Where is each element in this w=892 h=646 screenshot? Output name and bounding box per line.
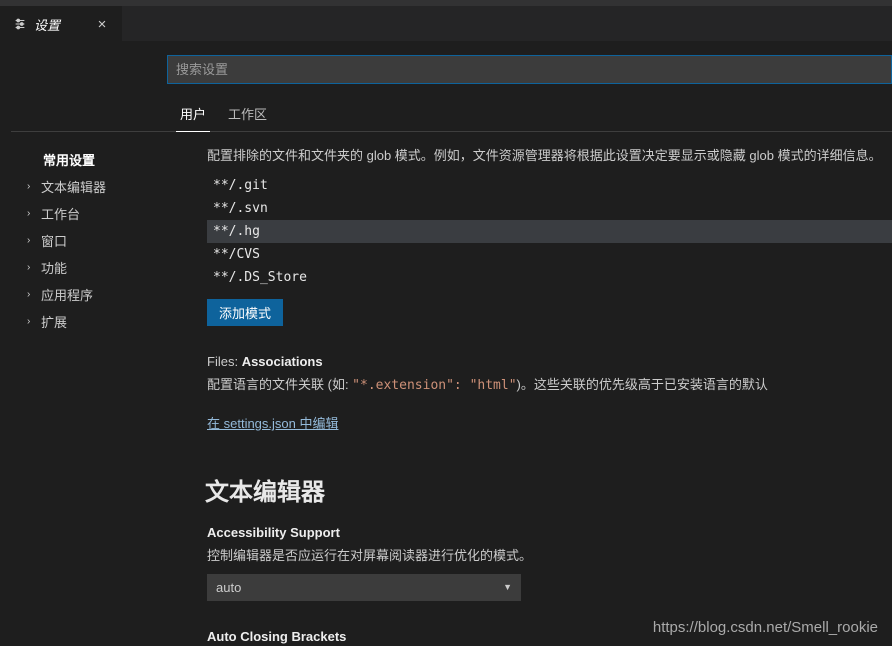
accessibility-select[interactable]: auto ▼ [207, 574, 521, 601]
scope-tab-user[interactable]: 用户 [176, 96, 210, 132]
pattern-item[interactable]: **/.git [207, 174, 892, 197]
desc-pre: 配置语言的文件关联 (如: [207, 377, 352, 392]
edit-in-json-link[interactable]: 在 settings.json 中编辑 [207, 413, 339, 432]
pattern-item[interactable]: **/.hg [207, 220, 892, 243]
sidebar-item-label: 窗口 [41, 231, 67, 250]
add-pattern-button[interactable]: 添加模式 [207, 299, 283, 326]
settings-tab-icon [12, 16, 28, 32]
chevron-down-icon: ▼ [503, 582, 512, 592]
heading-name: Accessibility Support [207, 525, 340, 540]
sidebar-item-label: 工作台 [41, 204, 80, 223]
chevron-right-icon: › [27, 235, 39, 246]
chevron-right-icon: › [27, 262, 39, 273]
pattern-item[interactable]: **/CVS [207, 243, 892, 266]
settings-sidebar: 常用设置 › 文本编辑器 › 工作台 › 窗口 › 功能 [11, 132, 191, 646]
setting-desc: 配置排除的文件和文件夹的 glob 模式。例如，文件资源管理器将根据此设置决定要… [207, 146, 892, 166]
sidebar-item-label: 文本编辑器 [41, 177, 106, 196]
desc-post: )。这些关联的优先级高于已安装语言的默认 [517, 377, 768, 392]
chevron-right-icon: › [27, 289, 39, 300]
close-icon[interactable]: × [94, 16, 110, 32]
setting-files-associations: Files: Associations 配置语言的文件关联 (如: "*.ext… [191, 352, 892, 445]
sidebar-item-label: 常用设置 [43, 150, 95, 169]
chevron-right-icon: › [27, 316, 39, 327]
pattern-item[interactable]: **/.DS_Store [207, 266, 892, 289]
sidebar-item-label: 扩展 [41, 312, 67, 331]
pattern-list: **/.git **/.svn **/.hg **/CVS **/.DS_Sto… [207, 174, 892, 289]
sidebar-item-common[interactable]: 常用设置 [11, 146, 191, 173]
heading-name: Auto Closing Brackets [207, 629, 346, 644]
sidebar-item-features[interactable]: › 功能 [11, 254, 191, 281]
heading-prefix: Files: [207, 354, 238, 369]
code-sample: "*.extension": "html" [352, 378, 516, 393]
scope-tabs: 用户 工作区 [11, 96, 892, 132]
chevron-right-icon: › [27, 208, 39, 219]
sidebar-item-application[interactable]: › 应用程序 [11, 281, 191, 308]
scope-tab-workspace[interactable]: 工作区 [224, 96, 271, 131]
sidebar-item-label: 功能 [41, 258, 67, 277]
search-input[interactable] [167, 55, 892, 84]
sidebar-item-label: 应用程序 [41, 285, 93, 304]
setting-accessibility-support: Accessibility Support 控制编辑器是否应运行在对屏幕阅读器进… [191, 523, 892, 613]
sidebar-item-text-editor[interactable]: › 文本编辑器 [11, 173, 191, 200]
pattern-item[interactable]: **/.svn [207, 197, 892, 220]
chevron-right-icon: › [27, 181, 39, 192]
select-value: auto [216, 580, 241, 595]
section-title-text-editor: 文本编辑器 [205, 472, 892, 507]
setting-desc: 控制编辑器是否应运行在对屏幕阅读器进行优化的模式。 [207, 546, 892, 566]
setting-desc: 配置语言的文件关联 (如: "*.extension": "html")。这些关… [207, 375, 892, 396]
watermark: https://blog.csdn.net/Smell_rookie [653, 619, 878, 636]
settings-content[interactable]: 配置排除的文件和文件夹的 glob 模式。例如，文件资源管理器将根据此设置决定要… [191, 132, 892, 646]
tab-title: 设置 [34, 15, 60, 34]
heading-name: Associations [242, 354, 323, 369]
tab-settings[interactable]: 设置 × [0, 6, 122, 41]
setting-files-exclude: 配置排除的文件和文件夹的 glob 模式。例如，文件资源管理器将根据此设置决定要… [191, 144, 892, 338]
setting-heading: Accessibility Support [207, 525, 892, 540]
sidebar-item-workbench[interactable]: › 工作台 [11, 200, 191, 227]
setting-heading: Files: Associations [207, 354, 892, 369]
tabbar: 设置 × [0, 6, 892, 41]
sidebar-item-window[interactable]: › 窗口 [11, 227, 191, 254]
sidebar-item-extensions[interactable]: › 扩展 [11, 308, 191, 335]
left-gutter [0, 41, 11, 646]
